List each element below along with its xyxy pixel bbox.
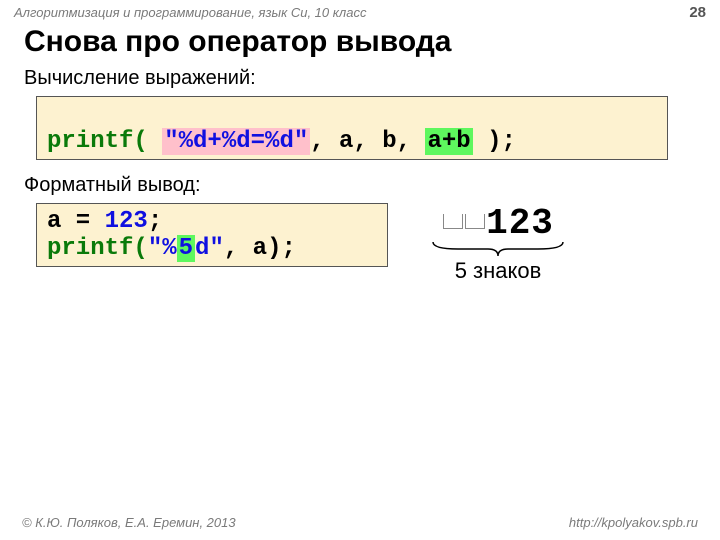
code-assign-num: 123 (105, 208, 148, 235)
section1-label: Вычисление выражений: (24, 67, 720, 90)
course-title: Алгоритмизация и программирование, язык … (14, 5, 366, 20)
space-marker-icon (465, 214, 485, 229)
website-url: http://kpolyakov.spb.ru (569, 515, 698, 530)
page-title: Снова про оператор вывода (24, 25, 720, 59)
code-printf2-end: , a); (224, 235, 296, 262)
code-fmt-open: "% (148, 235, 177, 262)
space-marker-icon (443, 214, 463, 229)
code-expression: a+b (425, 128, 472, 155)
code-assign-semi: ; (148, 208, 162, 235)
output-text: 123 (428, 203, 568, 244)
output-value: 123 (486, 203, 554, 244)
code-block-2: a = 123; printf("%5d", a); (36, 203, 388, 267)
code-args: , a, b, (310, 128, 425, 155)
code-printf: printf( (47, 128, 162, 155)
section2-label: Форматный вывод: (24, 174, 720, 197)
brace-label: 5 знаков (428, 258, 568, 284)
code-end: ); (473, 128, 516, 155)
code-width: 5 (177, 235, 195, 262)
copyright: © К.Ю. Поляков, Е.А. Еремин, 2013 (22, 515, 236, 530)
code-format-string: "%d+%d=%d" (162, 128, 310, 155)
page-number: 28 (689, 4, 706, 21)
code-printf2: printf( (47, 235, 148, 262)
code-fmt-close: d" (195, 235, 224, 262)
code-assign-var: a = (47, 208, 105, 235)
slide-footer: © К.Ю. Поляков, Е.А. Еремин, 2013 http:/… (0, 515, 720, 530)
output-block: 123 5 знаков (428, 203, 568, 284)
code-block-1: printf( "%d+%d=%d", a, b, a+b ); (36, 96, 668, 160)
slide-header: Алгоритмизация и программирование, язык … (0, 0, 720, 23)
